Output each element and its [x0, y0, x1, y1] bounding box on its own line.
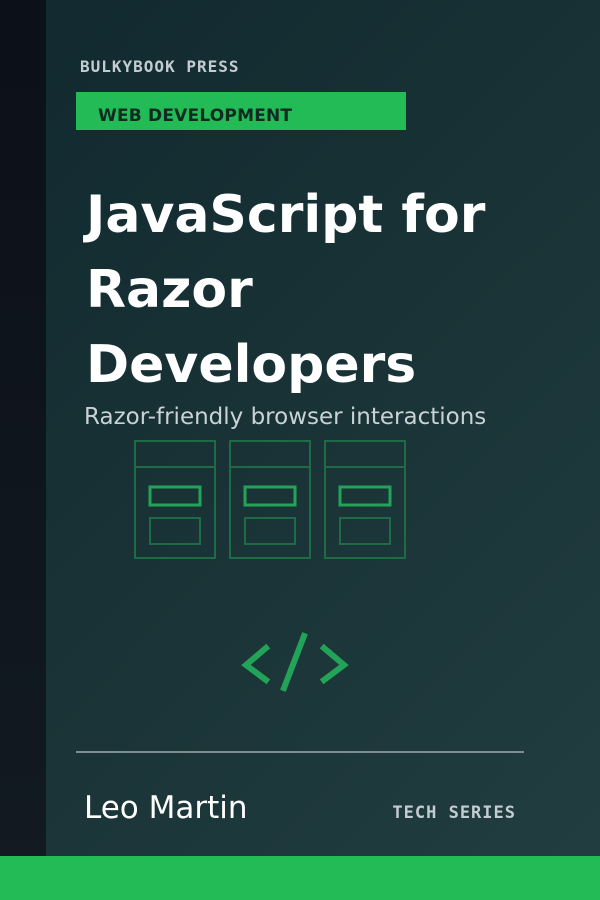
title-line-2: Razor: [86, 260, 253, 320]
code-brackets-icon: [241, 632, 349, 692]
spine-strip: [0, 0, 46, 900]
web-page-wireframe-icon: [134, 440, 406, 559]
book-title: JavaScript for Razor Developers: [86, 178, 566, 403]
author-name: Leo Martin: [84, 790, 248, 826]
category-label: WEB DEVELOPMENT: [98, 106, 293, 126]
publisher-name: BULKYBOOK PRESS: [80, 57, 240, 76]
category-badge: WEB DEVELOPMENT: [76, 92, 406, 130]
series-label: TECH SERIES: [392, 803, 516, 823]
bottom-accent-bar: [0, 856, 600, 900]
divider-line: [76, 751, 524, 753]
title-line-1: JavaScript for: [86, 185, 486, 245]
book-cover: BULKYBOOK PRESS WEB DEVELOPMENT JavaScri…: [0, 0, 600, 900]
book-subtitle: Razor-friendly browser interactions: [84, 404, 487, 430]
title-line-3: Developers: [86, 335, 417, 395]
